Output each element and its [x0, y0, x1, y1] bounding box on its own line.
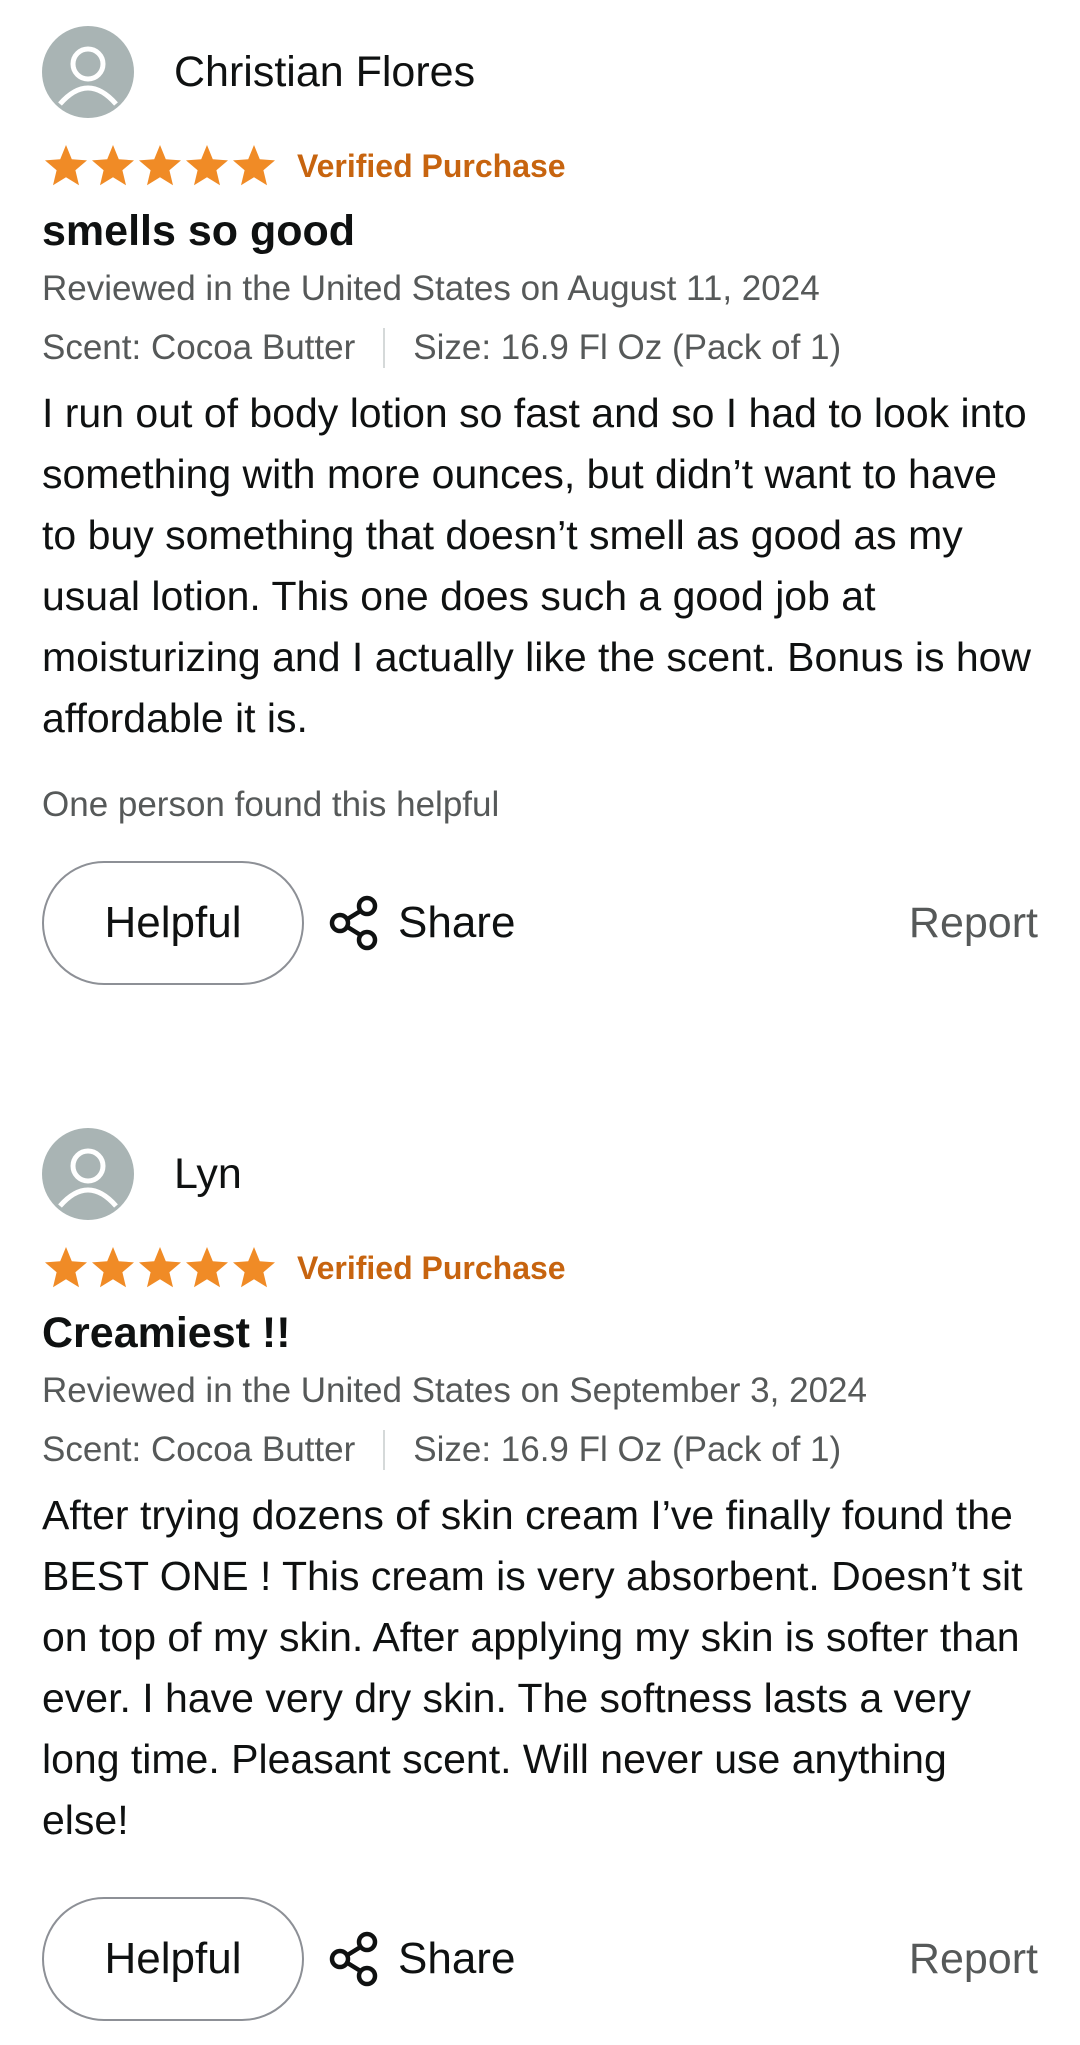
user-silhouette-icon	[58, 1148, 118, 1208]
size-label[interactable]: Size: 16.9 Fl Oz (Pack of 1)	[413, 1426, 841, 1474]
review-date: Reviewed in the United States on Septemb…	[42, 1371, 867, 1410]
user-silhouette-icon	[58, 46, 118, 106]
size-label[interactable]: Size: 16.9 Fl Oz (Pack of 1)	[413, 324, 841, 372]
star-icon	[139, 1247, 181, 1288]
star-icon	[233, 1247, 275, 1288]
review-card: Christian Flores Verified Purchase smell…	[42, 26, 1042, 987]
star-icon	[45, 1247, 87, 1288]
scent-label[interactable]: Scent: Cocoa Butter	[42, 324, 355, 372]
helpful-button[interactable]: Helpful	[42, 1897, 304, 2021]
review-actions: Helpful Share Report	[42, 1897, 1038, 2023]
review-title: Creamiest !!	[42, 1309, 291, 1357]
verified-purchase-badge: Verified Purchase	[297, 1249, 566, 1286]
share-button[interactable]: Share	[328, 1897, 515, 2021]
share-icon	[329, 1931, 378, 1987]
star-icon	[139, 145, 181, 186]
star-icon	[233, 145, 275, 186]
share-label: Share	[398, 1934, 516, 1983]
review-body: After trying dozens of skin cream I’ve f…	[42, 1492, 1023, 1843]
star-icon	[92, 145, 134, 186]
share-button[interactable]: Share	[328, 861, 515, 985]
variant-info: Scent: Cocoa Butter Size: 16.9 Fl Oz (Pa…	[42, 1426, 1042, 1474]
variant-info: Scent: Cocoa Butter Size: 16.9 Fl Oz (Pa…	[42, 324, 1042, 372]
verified-purchase-badge: Verified Purchase	[297, 147, 566, 184]
scent-label[interactable]: Scent: Cocoa Butter	[42, 1426, 355, 1474]
rating-row: Verified Purchase	[42, 1243, 1042, 1293]
review-date: Reviewed in the United States on August …	[42, 269, 820, 308]
star-rating[interactable]	[42, 142, 277, 190]
review-author: Lyn	[42, 1128, 1042, 1220]
report-link[interactable]: Report	[909, 1897, 1038, 2021]
rating-row: Verified Purchase	[42, 141, 1042, 191]
helpful-count: One person found this helpful	[42, 785, 500, 824]
author-name: Christian Flores	[174, 47, 476, 96]
divider	[383, 328, 386, 368]
avatar	[42, 1128, 134, 1220]
share-icon	[329, 895, 378, 951]
review-title: smells so good	[42, 207, 356, 255]
review-body: I run out of body lotion so fast and so …	[42, 390, 1032, 741]
report-link[interactable]: Report	[909, 861, 1038, 985]
star-rating[interactable]	[42, 1244, 277, 1292]
star-icon	[45, 145, 87, 186]
star-icon	[186, 145, 228, 186]
star-icon	[92, 1247, 134, 1288]
divider	[383, 1430, 386, 1470]
share-label: Share	[398, 898, 516, 947]
star-icon	[186, 1247, 228, 1288]
review-card: Lyn Verified Purchase Creamiest !! Revie…	[42, 1128, 1042, 2023]
avatar	[42, 26, 134, 118]
author-name: Lyn	[174, 1149, 242, 1198]
review-actions: Helpful Share Report	[42, 861, 1038, 987]
review-author: Christian Flores	[42, 26, 1042, 118]
helpful-button[interactable]: Helpful	[42, 861, 304, 985]
